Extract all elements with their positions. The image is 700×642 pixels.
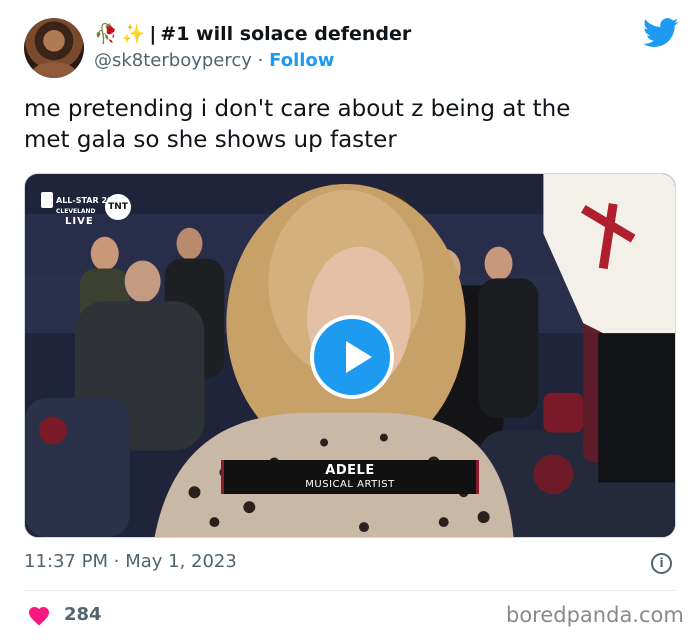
tweet-text-line: met gala so she shows up faster [24, 127, 397, 153]
lower-third-caption: ADELE MUSICAL ARTIST [221, 460, 479, 494]
tweet-time: 11:37 PM [24, 551, 108, 572]
tweet-text-line: me pretending i don't care about z being… [24, 96, 571, 122]
tweet-text: me pretending i don't care about z being… [24, 94, 674, 156]
avatar[interactable] [24, 18, 84, 78]
tweet-date: May 1, 2023 [125, 551, 237, 572]
info-icon[interactable]: i [651, 553, 672, 574]
twitter-bird-icon[interactable] [643, 18, 679, 48]
display-name[interactable]: #1 will solace defender [160, 23, 411, 45]
time-dot: · [113, 551, 120, 572]
sparkles-emoji: ✨ [121, 23, 146, 45]
caption-name: ADELE [325, 463, 375, 478]
rose-emoji: 🥀 [94, 23, 118, 45]
like-count[interactable]: 284 [64, 604, 102, 625]
broadcast-bug: ALL-STAR 2022 CLEVELAND TNT LIVE [41, 192, 131, 232]
watermark: boredpanda.com [506, 603, 684, 627]
handle-dot: · [257, 50, 264, 71]
tnt-logo: TNT [105, 194, 131, 220]
video-player[interactable]: ALL-STAR 2022 CLEVELAND TNT LIVE ADELE M… [24, 173, 676, 538]
nba-logo-icon [41, 192, 53, 208]
follow-button[interactable]: Follow [269, 50, 334, 71]
user-handle[interactable]: @sk8terboypercy [94, 50, 252, 71]
name-separator: | [149, 22, 157, 45]
divider [24, 590, 676, 591]
timestamp[interactable]: 11:37 PM · May 1, 2023 [24, 551, 237, 572]
caption-title: MUSICAL ARTIST [305, 479, 395, 490]
handle-row: @sk8terboypercy · Follow [94, 50, 334, 71]
display-name-row[interactable]: 🥀 ✨ | #1 will solace defender [94, 22, 411, 46]
live-label: LIVE [65, 216, 94, 227]
heart-icon[interactable] [27, 604, 51, 626]
play-icon[interactable] [310, 315, 394, 399]
avatar-shoulders [32, 62, 76, 78]
